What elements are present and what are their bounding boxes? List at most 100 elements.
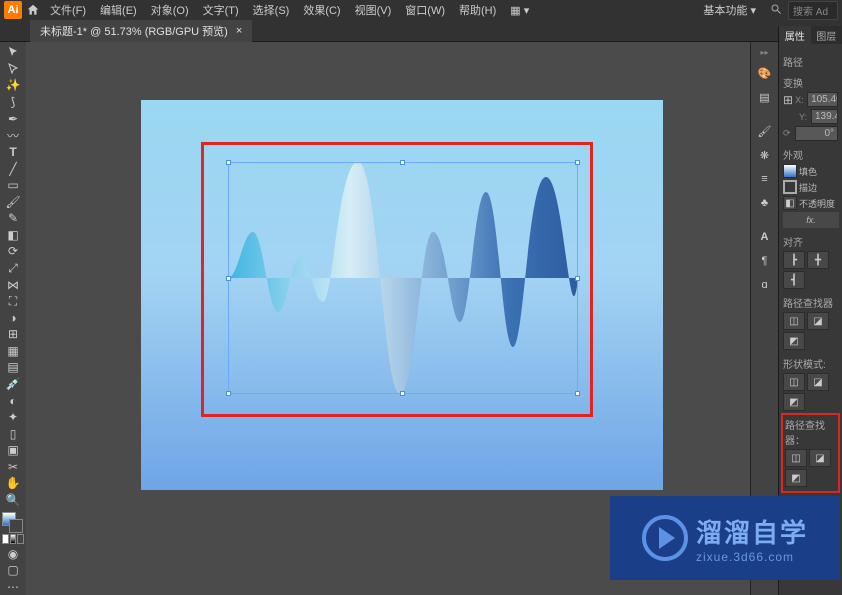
stroke-swatch[interactable] [9, 519, 23, 533]
edit-toolbar-icon[interactable]: ⋯ [2, 578, 24, 595]
menu-view[interactable]: 视图(V) [349, 0, 398, 20]
type-tool[interactable]: T [2, 144, 24, 161]
shape-minus-icon[interactable]: ◪ [807, 373, 829, 391]
magic-wand-tool[interactable]: ✨ [2, 77, 24, 94]
selection-handle[interactable] [575, 391, 580, 396]
glyphs-panel-icon[interactable]: ɑ [754, 274, 776, 296]
selection-tool[interactable] [2, 44, 24, 61]
color-panel-icon[interactable]: 🎨 [754, 62, 776, 84]
collapse-panels-icon[interactable]: ▸▸ [754, 48, 776, 56]
workspace-switcher[interactable]: 基本功能 ▾ [695, 0, 764, 20]
color-mode-icons[interactable] [2, 532, 24, 545]
selection-handle[interactable] [226, 276, 231, 281]
tab-properties[interactable]: 属性 [779, 26, 811, 44]
scale-tool[interactable]: ⤢ [2, 260, 24, 277]
unite-icon[interactable]: ◫ [783, 312, 805, 330]
rectangle-tool[interactable]: ▭ [2, 177, 24, 194]
hand-tool[interactable]: ✋ [2, 475, 24, 492]
paintbrush-tool[interactable]: 🖌 [2, 194, 24, 211]
artboard[interactable] [141, 100, 663, 490]
swatches-panel-icon[interactable]: ▤ [754, 86, 776, 108]
symbol-sprayer-tool[interactable]: ✦ [2, 409, 24, 426]
section-pathfinder: 路径查找器 [783, 295, 838, 310]
fill-stroke-swatches[interactable] [2, 512, 24, 532]
selection-bounds[interactable] [228, 162, 578, 394]
trim-icon[interactable]: ◪ [809, 449, 831, 467]
divide-icon[interactable]: ◫ [785, 449, 807, 467]
shape-unite-icon[interactable]: ◫ [783, 373, 805, 391]
screen-mode-icon[interactable]: ▢ [2, 562, 24, 579]
document-tab[interactable]: 未标题-1* @ 51.73% (RGB/GPU 预览) × [30, 20, 252, 42]
menu-edit[interactable]: 编辑(E) [94, 0, 143, 20]
watermark: 溜溜自学 zixue.3d66.com [610, 496, 840, 580]
selection-handle[interactable] [400, 160, 405, 165]
arrange-documents-icon[interactable]: ▦ ▾ [504, 2, 535, 19]
slice-tool[interactable]: ✂ [2, 459, 24, 476]
symbols-panel-icon[interactable]: ❋ [754, 144, 776, 166]
menu-window[interactable]: 窗口(W) [399, 0, 451, 20]
y-value[interactable]: 139.45 [811, 109, 838, 124]
align-center-h-icon[interactable]: ╋ [807, 251, 829, 269]
shape-intersect-icon[interactable]: ◩ [783, 393, 805, 411]
paragraph-panel-icon[interactable]: ¶ [754, 250, 776, 272]
opacity-label: 不透明度 [799, 197, 835, 210]
transform-reference-icon[interactable]: ⊞ [783, 93, 793, 107]
menu-file[interactable]: 文件(F) [44, 0, 92, 20]
fx-button[interactable]: fx. [783, 212, 839, 228]
draw-mode-icon[interactable]: ◉ [2, 545, 24, 562]
intersect-icon[interactable]: ◩ [783, 332, 805, 350]
rotate-tool[interactable]: ⟳ [2, 243, 24, 260]
minus-front-icon[interactable]: ◪ [807, 312, 829, 330]
search-icon[interactable] [766, 3, 786, 18]
document-tabs: 未标题-1* @ 51.73% (RGB/GPU 预览) × [0, 20, 842, 42]
artboard-tool[interactable]: ▣ [2, 442, 24, 459]
align-right-icon[interactable]: ┫ [783, 271, 805, 289]
stroke-swatch-icon[interactable] [783, 180, 797, 194]
menu-type[interactable]: 文字(T) [197, 0, 245, 20]
menu-effect[interactable]: 效果(C) [297, 0, 346, 20]
zoom-tool[interactable]: 🔍 [2, 492, 24, 509]
stroke-panel-icon[interactable]: ≡ [754, 168, 776, 190]
menu-object[interactable]: 对象(O) [145, 0, 195, 20]
opacity-icon[interactable]: ◧ [783, 196, 797, 210]
play-icon [642, 515, 688, 561]
search-input[interactable]: 搜索 Ad [788, 1, 838, 20]
brushes-panel-icon[interactable]: 🖌 [754, 120, 776, 142]
direct-selection-tool[interactable] [2, 61, 24, 78]
clubs-icon[interactable]: ♣ [754, 192, 776, 214]
rotate-value[interactable]: 0° [795, 126, 838, 141]
rotate-label: ⟳ [783, 128, 793, 139]
gradient-tool[interactable]: ▤ [2, 359, 24, 376]
home-icon[interactable] [24, 1, 42, 19]
shape-builder-tool[interactable]: ◑ [2, 309, 24, 326]
tab-layers[interactable]: 图层 [811, 26, 842, 44]
lasso-tool[interactable]: ⟆ [2, 94, 24, 111]
align-left-icon[interactable]: ┣ [783, 251, 805, 269]
line-segment-tool[interactable]: ╱ [2, 160, 24, 177]
selection-handle[interactable] [226, 391, 231, 396]
merge-icon[interactable]: ◩ [785, 469, 807, 487]
mesh-tool[interactable]: ▦ [2, 343, 24, 360]
width-tool[interactable]: ⋈ [2, 276, 24, 293]
perspective-grid-tool[interactable]: ⊞ [2, 326, 24, 343]
eyedropper-tool[interactable]: 💉 [2, 376, 24, 393]
pencil-tool[interactable]: ✎ [2, 210, 24, 227]
selection-handle[interactable] [575, 160, 580, 165]
selection-handle[interactable] [226, 160, 231, 165]
column-graph-tool[interactable]: ▯ [2, 425, 24, 442]
menu-select[interactable]: 选择(S) [247, 0, 296, 20]
blend-tool[interactable]: ◐ [2, 392, 24, 409]
pen-tool[interactable]: ✒ [2, 110, 24, 127]
free-transform-tool[interactable]: ⛶ [2, 293, 24, 310]
menubar: Ai 文件(F) 编辑(E) 对象(O) 文字(T) 选择(S) 效果(C) 视… [0, 0, 842, 20]
character-panel-icon[interactable]: A [754, 226, 776, 248]
menu-help[interactable]: 帮助(H) [453, 0, 502, 20]
selection-handle[interactable] [575, 276, 580, 281]
selection-handle[interactable] [400, 391, 405, 396]
section-appearance: 外观 [783, 147, 838, 162]
close-tab-icon[interactable]: × [236, 25, 242, 37]
x-value[interactable]: 105.40 [807, 92, 838, 107]
curvature-tool[interactable]: 〰 [2, 127, 24, 144]
eraser-tool[interactable]: ◧ [2, 227, 24, 244]
fill-swatch-icon[interactable] [783, 164, 797, 178]
